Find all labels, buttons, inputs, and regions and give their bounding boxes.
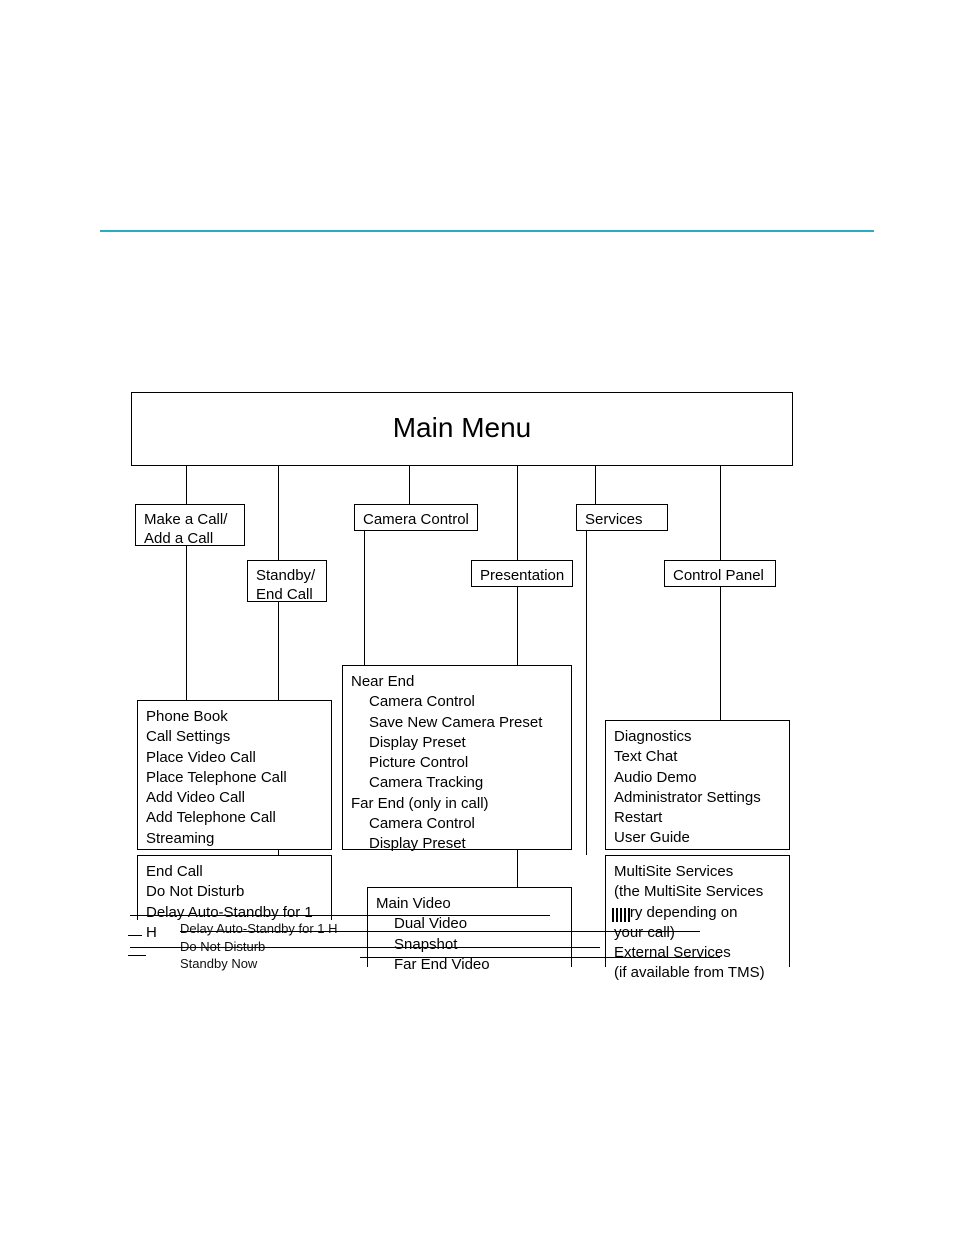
list-item: Camera Tracking <box>369 773 563 793</box>
list-item: Add Telephone Call <box>146 808 323 828</box>
top-horizontal-rule <box>100 230 874 232</box>
connector <box>720 466 721 560</box>
connector <box>586 531 587 855</box>
connector <box>186 546 187 700</box>
noise-mark <box>128 955 146 956</box>
list-item: External Services <box>614 943 781 963</box>
presentation-label: Presentation <box>472 561 572 592</box>
call-items-box: Phone Book Call Settings Place Video Cal… <box>137 700 332 850</box>
connector <box>278 466 279 560</box>
list-item: Restart <box>614 808 781 828</box>
garbled-line: Delay Auto-Standby for 1 H <box>180 920 338 938</box>
connector <box>186 466 187 504</box>
make-call-label: Make a Call/ Add a Call <box>136 505 244 555</box>
standby-endcall-box: Standby/ End Call <box>247 560 327 602</box>
page-root: Main Menu Make a Call/ Add a Call Standb… <box>0 0 954 1235</box>
list-item: (the MultiSite Services <box>614 882 781 902</box>
presentation-box: Presentation <box>471 560 573 587</box>
control-panel-items-list: Diagnostics Text Chat Audio Demo Adminis… <box>606 721 789 855</box>
list-item: Far End Video <box>394 955 563 975</box>
list-item: Add Video Call <box>146 788 323 808</box>
list-item: Text Chat <box>614 747 781 767</box>
list-item: Phone Book <box>146 707 323 727</box>
list-item: Do Not Disturb <box>146 882 323 902</box>
list-item: Display Preset <box>369 733 563 753</box>
camera-control-box: Camera Control <box>354 504 478 531</box>
connector <box>595 466 596 504</box>
garbled-line: Standby Now <box>180 955 338 973</box>
far-end-header: Far End (only in call) <box>351 794 563 814</box>
list-item: Diagnostics <box>614 727 781 747</box>
main-menu-title: Main Menu <box>131 412 793 444</box>
garbled-line: Do Not Disturb <box>180 938 338 956</box>
list-item: Snapshot <box>394 935 563 955</box>
call-items-list: Phone Book Call Settings Place Video Cal… <box>138 701 331 855</box>
list-item: User Guide <box>614 828 781 848</box>
list-item: Dual Video <box>394 914 563 934</box>
control-panel-box: Control Panel <box>664 560 776 587</box>
control-panel-items-box: Diagnostics Text Chat Audio Demo Adminis… <box>605 720 790 850</box>
services-box: Services <box>576 504 668 531</box>
list-item: Picture Control <box>369 753 563 773</box>
list-item: Audio Demo <box>614 768 781 788</box>
list-item: vary depending on <box>614 903 781 923</box>
services-label: Services <box>577 505 667 536</box>
standby-items-box: End Call Do Not Disturb Delay Auto-Stand… <box>137 855 332 920</box>
noise-bars <box>612 908 630 922</box>
presentation-items-box: Main Video Dual Video Snapshot Far End V… <box>367 887 572 967</box>
camera-items-list: Near End Camera Control Save New Camera … <box>343 666 571 860</box>
list-item: Save New Camera Preset <box>369 713 563 733</box>
multisite-services-box: MultiSite Services (the MultiSite Servic… <box>605 855 790 967</box>
list-item: Display Preset <box>369 834 563 854</box>
list-item: your call) <box>614 923 781 943</box>
presentation-items-list: Main Video Dual Video Snapshot Far End V… <box>368 888 571 981</box>
multisite-services-list: MultiSite Services (the MultiSite Servic… <box>606 856 789 990</box>
list-item: Call Settings <box>146 727 323 747</box>
noise-mark <box>128 935 142 936</box>
connector <box>720 587 721 720</box>
near-end-header: Near End <box>351 672 563 692</box>
connector <box>409 466 410 504</box>
connector <box>364 531 365 665</box>
garbled-overlay: Delay Auto-Standby for 1 H Do Not Distur… <box>180 920 338 973</box>
list-item: Place Telephone Call <box>146 768 323 788</box>
list-item: Administrator Settings <box>614 788 781 808</box>
list-item: End Call <box>146 862 323 882</box>
list-item: Camera Control <box>369 692 563 712</box>
list-item: (if available from TMS) <box>614 963 781 983</box>
make-call-box: Make a Call/ Add a Call <box>135 504 245 546</box>
camera-control-label: Camera Control <box>355 505 477 536</box>
list-item: Streaming <box>146 829 323 849</box>
standby-endcall-label: Standby/ End Call <box>248 561 326 611</box>
camera-items-box: Near End Camera Control Save New Camera … <box>342 665 572 850</box>
connector <box>517 466 518 560</box>
list-item: Camera Control <box>369 814 563 834</box>
main-video-header: Main Video <box>376 894 563 914</box>
list-item: Place Video Call <box>146 748 323 768</box>
list-item: MultiSite Services <box>614 862 781 882</box>
